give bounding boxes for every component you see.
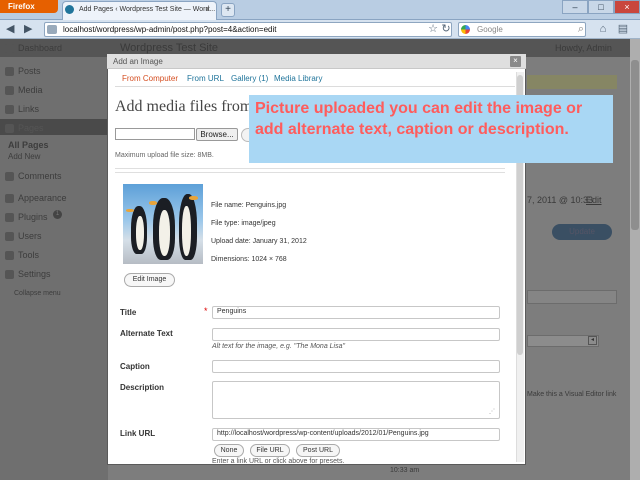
link-url-help: Enter a link URL or click above for pres… xyxy=(212,458,345,465)
minimize-button[interactable]: – xyxy=(562,0,588,14)
link-url-label: Link URL xyxy=(120,429,156,438)
dialog-title: Add an Image xyxy=(113,57,163,66)
update-button[interactable]: Update xyxy=(552,224,612,240)
tab-close-icon[interactable]: × xyxy=(205,4,210,14)
sidebar-item-all-pages[interactable]: All Pages xyxy=(8,140,49,150)
description-textarea[interactable] xyxy=(212,381,500,419)
publish-date-edit-link[interactable]: Edit xyxy=(586,195,602,205)
sidebar-active-highlight xyxy=(0,119,108,135)
close-window-button[interactable]: × xyxy=(614,0,640,14)
tab-from-url[interactable]: From URL xyxy=(187,74,224,83)
section-divider xyxy=(115,168,505,169)
dialog-header xyxy=(107,54,526,69)
title-input[interactable]: Penguins xyxy=(212,306,500,319)
caption-label: Caption xyxy=(120,362,150,371)
google-search-icon[interactable] xyxy=(461,25,470,34)
sidebar-item-appearance[interactable]: Appearance xyxy=(18,193,67,203)
plugins-update-badge: 1 xyxy=(53,210,62,219)
max-upload-size: Maximum upload file size: 8MB. xyxy=(115,152,214,159)
page-scrollbar-thumb[interactable] xyxy=(631,60,639,230)
upload-date: Upload date: January 31, 2012 xyxy=(211,238,307,245)
bookmark-star-icon[interactable]: ☆ xyxy=(426,22,440,36)
site-title: Wordpress Test Site xyxy=(120,42,219,54)
alt-text-input[interactable] xyxy=(212,328,500,341)
link-url-input[interactable]: http://localhost/wordpress/wp-content/up… xyxy=(212,428,500,441)
maximize-button[interactable]: □ xyxy=(588,0,614,14)
sidebar-item-add-new[interactable]: Add New xyxy=(8,152,40,161)
sidebar-collapse-menu[interactable]: Collapse menu xyxy=(14,290,61,297)
alt-text-help: Alt text for the image, e.g. "The Mona L… xyxy=(212,343,345,350)
reload-icon[interactable]: ↻ xyxy=(439,22,453,36)
link-none-button[interactable]: None xyxy=(214,444,244,457)
visual-editor-link-text[interactable]: Make this a Visual Editor link xyxy=(527,391,616,398)
home-icon[interactable]: ⌂ xyxy=(596,22,610,36)
file-type: File type: image/jpeg xyxy=(211,220,276,227)
settings-icon xyxy=(5,270,14,279)
sidebar-item-users[interactable]: Users xyxy=(18,231,42,241)
link-post-url-button[interactable]: Post URL xyxy=(296,444,340,457)
publish-date: 7, 2011 @ 10:33 xyxy=(527,195,594,205)
tools-icon xyxy=(5,251,14,260)
sidebar-item-tools[interactable]: Tools xyxy=(18,250,39,260)
media-icon xyxy=(5,86,14,95)
dashboard-icon xyxy=(5,44,14,53)
sidebar-item-plugins[interactable]: Plugins xyxy=(18,212,48,222)
tabs-divider xyxy=(115,86,515,87)
edit-image-button[interactable]: Edit Image xyxy=(124,273,175,287)
site-identity-icon[interactable] xyxy=(47,25,57,34)
sidebar-item-comments[interactable]: Comments xyxy=(18,171,62,181)
browser-tab[interactable]: Add Pages ‹ Wordpress Test Site — Word..… xyxy=(62,1,217,20)
forward-arrow-icon[interactable]: ▶ xyxy=(24,22,32,35)
back-arrow-icon[interactable]: ◀ xyxy=(6,22,14,35)
link-file-url-button[interactable]: File URL xyxy=(250,444,290,457)
plugins-icon xyxy=(5,213,14,222)
links-icon xyxy=(5,105,14,114)
sidebar-item-pages[interactable]: Pages xyxy=(18,123,44,133)
tab-gallery[interactable]: Gallery (1) xyxy=(231,74,268,83)
howdy-menu[interactable]: Howdy, Admin xyxy=(555,43,612,53)
footer-time: 10:33 am xyxy=(390,467,420,474)
search-input[interactable]: Google xyxy=(458,22,586,37)
metabox-dropdown-icon[interactable]: ◂ xyxy=(588,336,597,345)
caption-input[interactable] xyxy=(212,360,500,373)
wordpress-favicon-icon xyxy=(65,5,74,14)
required-asterisk: * xyxy=(204,306,208,316)
alt-text-label: Alternate Text xyxy=(120,329,173,338)
posts-icon xyxy=(5,67,14,76)
image-dimensions: Dimensions: 1024 × 768 xyxy=(211,256,287,263)
section-divider xyxy=(115,172,505,173)
browse-button[interactable]: Browse... xyxy=(196,128,238,141)
users-icon xyxy=(5,232,14,241)
sidebar-item-posts[interactable]: Posts xyxy=(18,66,41,76)
comments-icon xyxy=(5,172,14,181)
description-label: Description xyxy=(120,383,165,392)
new-tab-button[interactable]: + xyxy=(221,3,235,17)
appearance-icon xyxy=(5,194,14,203)
sidebar-item-media[interactable]: Media xyxy=(18,85,43,95)
close-icon[interactable]: × xyxy=(510,56,521,67)
sidebar-item-dashboard[interactable]: Dashboard xyxy=(18,43,62,53)
tutorial-callout: Picture uploaded you can edit the image … xyxy=(249,95,613,163)
pages-icon xyxy=(5,124,14,133)
penguins-thumbnail xyxy=(123,184,203,264)
bookmarks-icon[interactable]: ▤ xyxy=(616,22,630,36)
screen-options-tab[interactable] xyxy=(527,75,617,89)
tab-from-computer[interactable]: From Computer xyxy=(122,74,178,83)
url-bar[interactable]: localhost/wordpress/wp-admin/post.php?po… xyxy=(44,22,452,37)
sidebar-item-settings[interactable]: Settings xyxy=(18,269,51,279)
sidebar-item-links[interactable]: Links xyxy=(18,104,39,114)
metabox-header xyxy=(527,290,617,304)
firefox-menu-button[interactable]: Firefox xyxy=(0,0,58,13)
file-name: File name: Penguins.jpg xyxy=(211,202,287,209)
textarea-resize-handle-icon[interactable]: ⋰ xyxy=(489,408,495,415)
tab-media-library[interactable]: Media Library xyxy=(274,74,322,83)
search-go-icon[interactable]: ⌕ xyxy=(574,22,588,36)
file-path-input[interactable] xyxy=(115,128,195,140)
title-label: Title xyxy=(120,308,137,317)
